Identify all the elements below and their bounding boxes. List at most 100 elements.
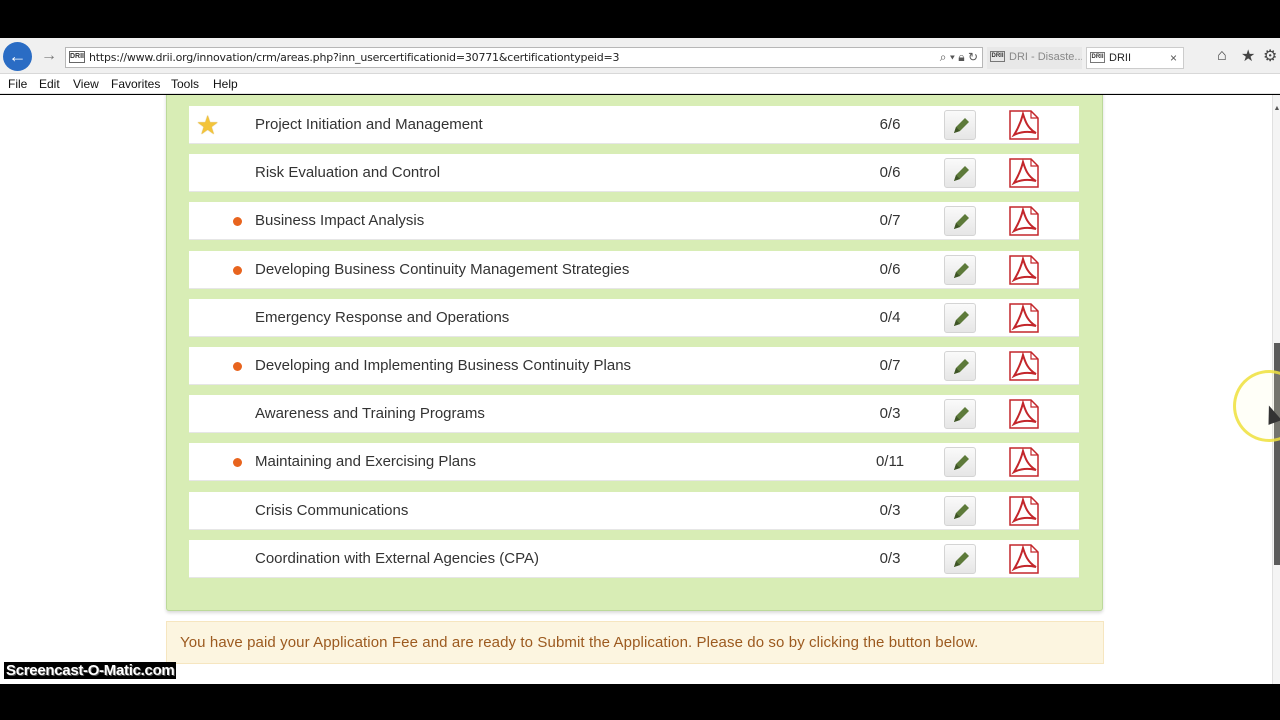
area-row: Risk Evaluation and Control 0/6	[189, 154, 1079, 192]
menu-edit[interactable]: Edit	[39, 77, 60, 91]
pdf-icon[interactable]	[1007, 350, 1041, 382]
menu-bar: File Edit View Favorites Tools Help	[0, 74, 1280, 94]
area-score: 0/4	[879, 309, 901, 326]
browser-toolbar: ← → DRII https://www.drii.org/innovation…	[0, 38, 1280, 74]
area-status-marker	[189, 251, 255, 289]
area-score: 0/6	[879, 164, 901, 181]
search-icon[interactable]: ⌕	[940, 50, 947, 64]
area-row: Awareness and Training Programs 0/3	[189, 395, 1079, 433]
pdf-icon[interactable]	[1007, 543, 1041, 575]
area-score: 0/3	[879, 550, 901, 567]
tab-dri-disaster[interactable]: DRII DRI - Disaste...	[987, 47, 1082, 69]
area-name: Project Initiation and Management	[255, 116, 483, 133]
area-name: Maintaining and Exercising Plans	[255, 453, 476, 470]
menu-tools[interactable]: Tools	[171, 77, 199, 91]
area-name: Developing and Implementing Business Con…	[255, 357, 632, 374]
pdf-icon[interactable]	[1007, 109, 1041, 141]
area-score: 0/3	[879, 405, 901, 422]
url-text[interactable]: https://www.drii.org/innovation/crm/area…	[89, 51, 620, 64]
tab-label: DRII	[1109, 52, 1131, 64]
area-name: Developing Business Continuity Managemen…	[255, 261, 630, 278]
area-score: 0/11	[875, 453, 905, 470]
edit-button[interactable]	[944, 496, 976, 526]
pdf-icon[interactable]	[1007, 157, 1041, 189]
area-status-marker	[189, 540, 255, 578]
screen: ← → DRII https://www.drii.org/innovation…	[0, 0, 1280, 720]
pdf-icon[interactable]	[1007, 205, 1041, 237]
back-button[interactable]: ←	[3, 42, 32, 71]
close-icon[interactable]: ×	[1170, 48, 1177, 68]
notice-text: You have paid your Application Fee and a…	[180, 634, 979, 651]
area-score: 0/6	[879, 261, 901, 278]
edit-button[interactable]	[944, 206, 976, 236]
dot-icon	[233, 458, 242, 467]
pdf-icon[interactable]	[1007, 302, 1041, 334]
menu-favorites[interactable]: Favorites	[111, 77, 160, 91]
area-status-marker	[189, 202, 255, 240]
star-icon: ★	[196, 110, 220, 140]
favorites-star-icon[interactable]: ★	[1241, 46, 1255, 66]
address-bar[interactable]: DRII https://www.drii.org/innovation/crm…	[65, 47, 983, 68]
area-name: Crisis Communications	[255, 502, 409, 519]
page-content: ★ Project Initiation and Management 6/6 Ris…	[0, 95, 1272, 684]
gear-icon[interactable]: ⚙	[1263, 46, 1277, 66]
payment-notice: You have paid your Application Fee and a…	[166, 621, 1104, 664]
lock-icon[interactable]: 🔒︎	[958, 50, 964, 64]
area-name: Coordination with External Agencies (CPA…	[255, 550, 540, 567]
area-row: Business Impact Analysis 0/7	[189, 202, 1079, 240]
area-score: 6/6	[879, 116, 901, 133]
dot-icon	[233, 362, 242, 371]
edit-button[interactable]	[944, 351, 976, 381]
area-row: Emergency Response and Operations 0/4	[189, 299, 1079, 337]
area-row: Developing Business Continuity Managemen…	[189, 251, 1079, 289]
area-score: 0/3	[879, 502, 901, 519]
tab-favicon-icon: DRII	[990, 51, 1005, 62]
dot-icon	[233, 266, 242, 275]
dropdown-icon[interactable]: ▾	[950, 50, 955, 64]
pdf-icon[interactable]	[1007, 495, 1041, 527]
edit-button[interactable]	[944, 447, 976, 477]
area-status-marker	[189, 154, 255, 192]
pdf-icon[interactable]	[1007, 398, 1041, 430]
pdf-icon[interactable]	[1007, 254, 1041, 286]
area-status-marker	[189, 492, 255, 530]
dot-icon	[233, 217, 242, 226]
area-score: 0/7	[879, 212, 901, 229]
refresh-icon[interactable]: ↻	[968, 50, 978, 64]
area-status-marker	[189, 395, 255, 433]
area-name: Risk Evaluation and Control	[255, 164, 441, 181]
menu-help[interactable]: Help	[213, 77, 238, 91]
area-name: Business Impact Analysis	[255, 212, 425, 229]
areas-panel: ★ Project Initiation and Management 6/6 Ris…	[166, 95, 1103, 611]
area-score: 0/7	[879, 357, 901, 374]
tab-favicon-icon: DRII	[1090, 52, 1105, 63]
edit-button[interactable]	[944, 544, 976, 574]
edit-button[interactable]	[944, 303, 976, 333]
edit-button[interactable]	[944, 399, 976, 429]
area-status-marker	[189, 347, 255, 385]
area-row: Maintaining and Exercising Plans 0/11	[189, 443, 1079, 481]
area-name: Emergency Response and Operations	[255, 309, 510, 326]
menu-file[interactable]: File	[8, 77, 27, 91]
scroll-up-arrow-icon[interactable]: ▲	[1273, 105, 1280, 112]
area-status-marker	[189, 299, 255, 337]
area-row: ★ Project Initiation and Management 6/6	[189, 106, 1079, 144]
site-favicon-icon: DRII	[69, 51, 85, 63]
tab-label: DRI - Disaste...	[1009, 51, 1082, 63]
address-actions[interactable]: ⌕ ▾ 🔒︎ ↻	[940, 50, 978, 65]
area-status-marker: ★	[189, 106, 255, 144]
pdf-icon[interactable]	[1007, 446, 1041, 478]
area-row: Crisis Communications 0/3	[189, 492, 1079, 530]
home-icon[interactable]: ⌂	[1217, 47, 1227, 65]
forward-button[interactable]: →	[39, 46, 59, 66]
watermark: Screencast-O-Matic.com	[4, 662, 177, 679]
edit-button[interactable]	[944, 255, 976, 285]
area-row: Coordination with External Agencies (CPA…	[189, 540, 1079, 578]
area-name: Awareness and Training Programs	[255, 405, 485, 422]
area-row: Developing and Implementing Business Con…	[189, 347, 1079, 385]
edit-button[interactable]	[944, 110, 976, 140]
edit-button[interactable]	[944, 158, 976, 188]
menu-view[interactable]: View	[73, 77, 99, 91]
area-status-marker	[189, 443, 255, 481]
tab-drii[interactable]: DRII DRII ×	[1086, 47, 1184, 69]
